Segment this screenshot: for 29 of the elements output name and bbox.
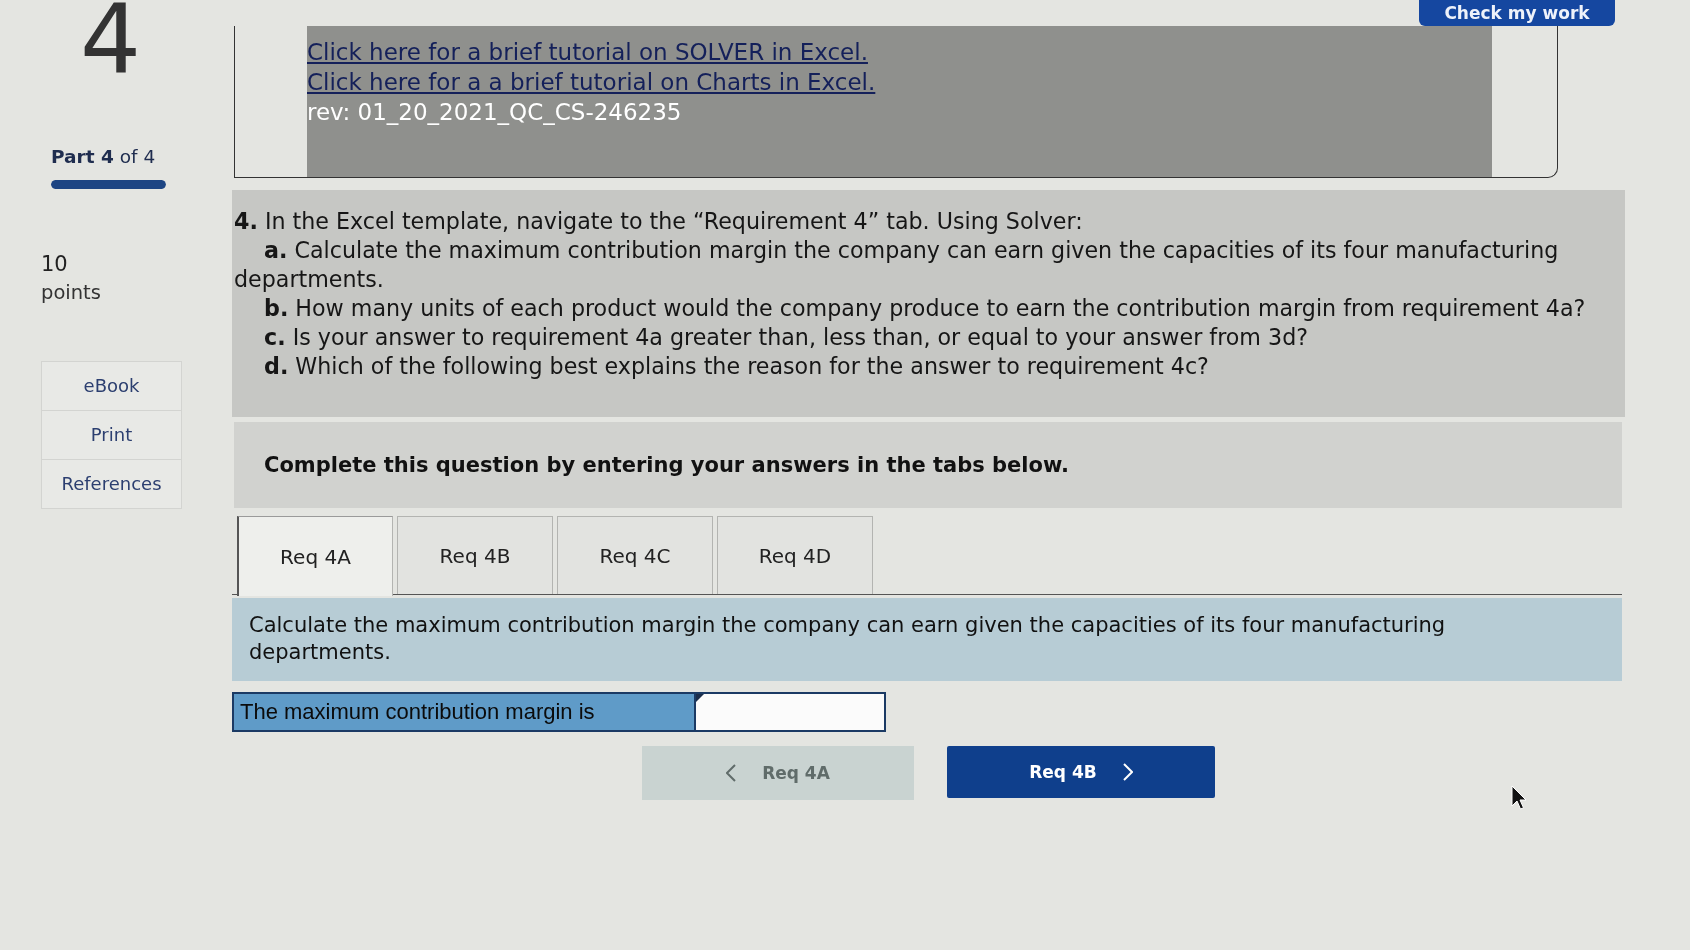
requirement-tab[interactable]: Req 4D <box>717 516 873 594</box>
question-part: d. Which of the following best explains the reason for the answer to requirement 4c? <box>263 352 1210 381</box>
requirement-tab[interactable]: Req 4A <box>237 516 393 596</box>
chevron-right-icon <box>1122 763 1133 781</box>
instructions-text: Complete this question by entering your answers in the tabs below. <box>264 453 1069 477</box>
requirement-tab[interactable]: Req 4C <box>557 516 713 594</box>
question-intro: 4. In the Excel template, navigate to the “Requirement 4” tab. Using Solver: <box>234 207 1084 236</box>
check-my-work-button[interactable]: Check my work <box>1419 0 1615 26</box>
chevron-left-icon <box>726 764 737 782</box>
question-part: c. Is your answer to requirement 4a greater than, less than, or equal to your answer from 3d? <box>263 323 1309 352</box>
next-button[interactable]: Req 4B <box>947 746 1215 798</box>
requirement-text: Calculate the maximum contribution margin the company can earn given the capacities of its four manufacturing departments. <box>249 612 1447 666</box>
sidebar-link[interactable]: Print <box>42 410 181 459</box>
tutorial-link[interactable]: Click here for a brief tutorial on SOLVER in Excel. <box>307 37 868 67</box>
question-number: 4 <box>80 0 142 80</box>
points-value: 10 <box>41 251 68 277</box>
question-part: a. Calculate the maximum contribution margin the company can earn given the capacities of its four manufacturing departments. <box>234 236 1560 294</box>
part-label: Part 4 of 4 <box>51 146 156 168</box>
sidebar-link[interactable]: eBook <box>42 362 181 410</box>
revision-text: rev: 01_20_2021_QC_CS-246235 <box>307 98 682 127</box>
answer-field[interactable] <box>696 692 886 732</box>
tutorial-link[interactable]: Click here for a a brief tutorial on Charts in Excel. <box>307 67 876 97</box>
sidebar-link[interactable]: References <box>42 459 181 508</box>
corner-marker-icon <box>696 694 704 702</box>
mouse-cursor-icon <box>1511 785 1527 811</box>
answer-label: The maximum contribution margin is <box>232 692 696 732</box>
points-label: points <box>41 281 101 305</box>
question-part: b. How many units of each product would the company produce to earn the contribution margin from requirement 4a? <box>263 294 1587 323</box>
requirement-tab[interactable]: Req 4B <box>397 516 553 594</box>
